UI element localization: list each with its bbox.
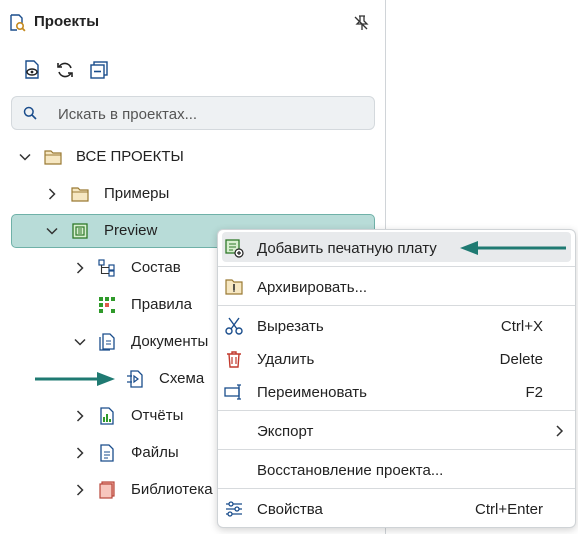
menu-separator: [218, 449, 575, 450]
scissors-icon: [225, 317, 243, 335]
reports-icon: [100, 407, 114, 425]
tree-item-label: Документы: [131, 333, 209, 350]
tree-item-label: Состав: [131, 259, 181, 276]
folder-icon: [71, 187, 89, 202]
project-search-icon: [10, 14, 26, 32]
chevron-right-icon[interactable]: [74, 262, 86, 274]
menu-item-label: Добавить печатную плату: [257, 240, 437, 257]
tree-item-label: Библиотека: [131, 481, 213, 498]
documents-icon: [99, 333, 115, 351]
menu-item-label: Восстановление проекта...: [257, 462, 444, 479]
panel-header: Проекты: [0, 0, 385, 46]
annotation-arrow: [460, 241, 566, 255]
tree-item-label: Схема: [159, 370, 205, 387]
search-input[interactable]: [56, 103, 360, 125]
menu-separator: [218, 305, 575, 306]
structure-icon: [98, 259, 115, 277]
menu-item-label: Свойства: [257, 501, 323, 518]
menu-item-label: Экспорт: [257, 423, 314, 440]
tree-item-label: Отчёты: [131, 407, 184, 424]
tree-item-label: Файлы: [131, 444, 179, 461]
menu-item-cut[interactable]: Вырезать Ctrl+X: [218, 309, 575, 342]
menu-item-restore[interactable]: Восстановление проекта...: [218, 453, 575, 486]
folder-icon: [44, 150, 62, 165]
properties-icon: [226, 501, 242, 517]
tree-item-label: Примеры: [104, 185, 170, 202]
show-icon[interactable]: [22, 60, 42, 80]
archive-icon: [225, 279, 243, 295]
menu-item-label: Вырезать: [257, 318, 324, 335]
schematic-icon: [127, 370, 143, 388]
menu-item-export[interactable]: Экспорт: [218, 414, 575, 447]
chevron-right-icon[interactable]: [74, 484, 86, 496]
rename-icon: [224, 384, 241, 400]
refresh-icon[interactable]: [55, 60, 75, 80]
menu-item-label: Удалить: [257, 351, 315, 368]
chevron-down-icon[interactable]: [19, 151, 31, 163]
menu-item-archive[interactable]: Архивировать...: [218, 270, 575, 303]
menu-item-delete[interactable]: Удалить Delete: [218, 342, 575, 375]
collapse-all-icon[interactable]: [89, 60, 109, 80]
menu-separator: [218, 410, 575, 411]
chevron-right-icon: [556, 425, 564, 437]
chevron-right-icon[interactable]: [46, 188, 58, 200]
chevron-right-icon[interactable]: [74, 447, 86, 459]
menu-item-shortcut: F2: [525, 384, 543, 401]
menu-separator: [218, 488, 575, 489]
tree-item-label: Preview: [104, 222, 158, 239]
menu-item-shortcut: Ctrl+X: [500, 318, 543, 335]
tree-item-all-projects[interactable]: ВСЕ ПРОЕКТЫ: [0, 140, 385, 174]
menu-item-properties[interactable]: Свойства Ctrl+Enter: [218, 492, 575, 525]
chevron-down-icon[interactable]: [74, 336, 86, 348]
search-box[interactable]: [11, 96, 375, 130]
annotation-arrow: [35, 372, 115, 386]
chevron-down-icon[interactable]: [46, 225, 58, 237]
menu-item-shortcut: Ctrl+Enter: [475, 501, 543, 518]
trash-icon: [227, 351, 241, 368]
add-pcb-icon: [225, 239, 244, 258]
panel-title: Проекты: [34, 13, 100, 30]
menu-item-label: Архивировать...: [257, 279, 368, 296]
menu-separator: [218, 266, 575, 267]
pcb-project-icon: [72, 223, 88, 239]
menu-item-shortcut: Delete: [499, 351, 543, 368]
files-icon: [100, 444, 114, 462]
tree-item-label: ВСЕ ПРОЕКТЫ: [76, 148, 184, 165]
context-menu: Добавить печатную плату Архивировать... …: [217, 229, 576, 528]
menu-item-rename[interactable]: Переименовать F2: [218, 375, 575, 408]
rules-icon: [99, 297, 115, 313]
search-icon: [23, 106, 37, 120]
tree-item-examples[interactable]: Примеры: [0, 177, 385, 211]
pin-off-icon[interactable]: [352, 14, 370, 32]
tree-item-label: Правила: [131, 296, 192, 313]
menu-item-label: Переименовать: [257, 384, 367, 401]
library-icon: [99, 481, 115, 499]
chevron-right-icon[interactable]: [74, 410, 86, 422]
